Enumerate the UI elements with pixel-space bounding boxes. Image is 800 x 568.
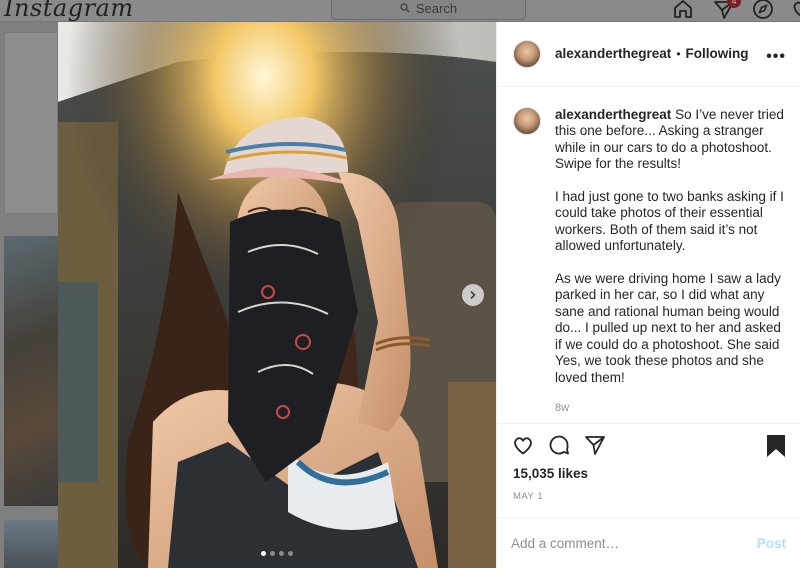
carousel-next-button[interactable]: [462, 284, 484, 306]
comment-input[interactable]: [511, 535, 757, 551]
author-username[interactable]: alexanderthegreat: [555, 46, 671, 61]
post-header: alexanderthegreat • Following •••: [497, 22, 800, 87]
background-post-image: [4, 236, 58, 506]
post-comment-button[interactable]: Post: [757, 536, 786, 551]
bookmark-saved-icon[interactable]: [766, 434, 786, 458]
author-avatar[interactable]: [513, 39, 541, 68]
post-caption: alexanderthegreat So I’ve never tried th…: [497, 87, 800, 417]
search-box[interactable]: Search: [331, 0, 526, 20]
caption-author-avatar[interactable]: [513, 106, 541, 135]
activity-icon[interactable]: [790, 0, 800, 21]
follow-status[interactable]: Following: [686, 46, 749, 61]
search-placeholder: Search: [415, 0, 458, 16]
carousel-dot: [279, 551, 284, 556]
share-icon[interactable]: [583, 433, 607, 457]
action-bar: [497, 422, 800, 466]
chevron-right-icon: [470, 290, 476, 300]
search-icon: [400, 1, 410, 16]
carousel-dot: [261, 551, 266, 556]
caption-paragraph: I had just gone to two banks asking if I…: [555, 188, 784, 254]
carousel-dot: [288, 551, 293, 556]
photo-image: [58, 22, 496, 568]
post-date[interactable]: MAY 1: [497, 483, 800, 511]
post-sidebar: alexanderthegreat • Following ••• alexan…: [496, 22, 800, 568]
notification-badge: 4: [727, 0, 741, 8]
instagram-logo: Instagram: [4, 0, 134, 22]
carousel-dot: [270, 551, 275, 556]
caption-body: alexanderthegreat So I’ve never tried th…: [555, 107, 784, 417]
comment-bar: Post: [497, 517, 800, 568]
caption-author-username[interactable]: alexanderthegreat: [555, 107, 671, 122]
background-post-card: [4, 32, 58, 214]
explore-icon[interactable]: [751, 0, 775, 21]
post-modal: alexanderthegreat • Following ••• alexan…: [58, 22, 800, 568]
post-photo[interactable]: [58, 22, 496, 568]
separator-dot: •: [676, 46, 681, 61]
like-count[interactable]: 15,035 likes: [497, 466, 800, 484]
like-heart-icon[interactable]: [511, 433, 535, 457]
background-header: Instagram Search 4: [0, 0, 800, 22]
caption-paragraph: As we were driving home I saw a lady par…: [555, 270, 781, 385]
caption-age[interactable]: 8w: [555, 400, 784, 417]
home-icon[interactable]: [671, 0, 695, 21]
more-options-icon[interactable]: •••: [766, 48, 786, 66]
carousel-indicator: [58, 551, 496, 556]
comment-icon[interactable]: [547, 433, 571, 457]
background-post-image: [4, 520, 58, 568]
